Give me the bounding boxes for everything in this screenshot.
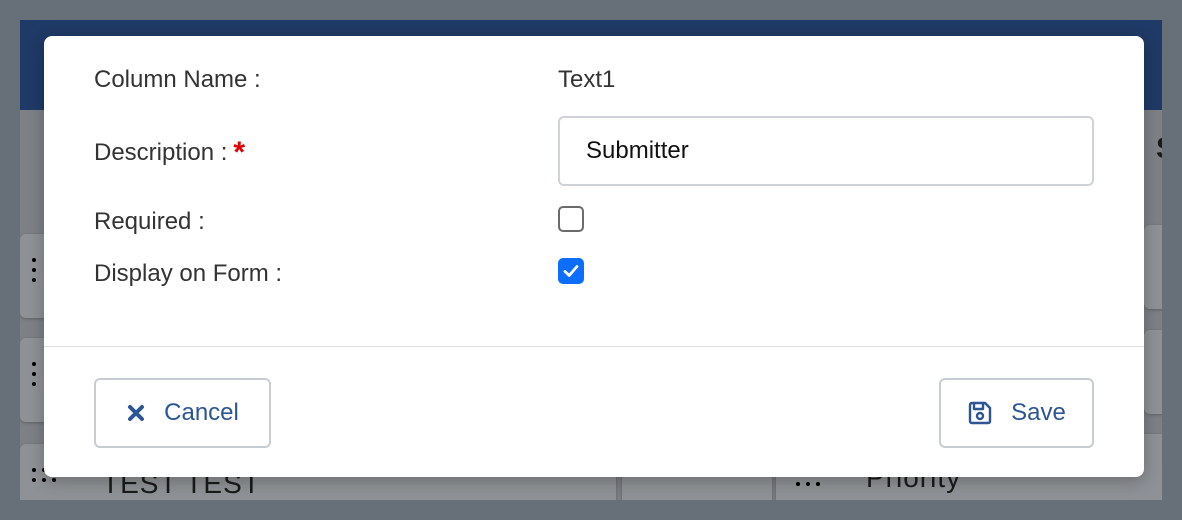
checkmark-icon bbox=[563, 265, 579, 277]
times-icon bbox=[126, 403, 146, 423]
display-on-form-label: Display on Form : bbox=[94, 260, 283, 287]
required-marker: * bbox=[233, 136, 246, 169]
save-button-label: Save bbox=[1011, 399, 1066, 426]
footer-divider bbox=[44, 346, 1144, 347]
cancel-button-label: Cancel bbox=[164, 399, 239, 426]
column-name-value: Text1 bbox=[558, 66, 616, 93]
drag-handle-icon bbox=[32, 362, 36, 386]
display-on-form-checkbox[interactable] bbox=[558, 258, 584, 284]
bg-partial-text: S bbox=[1156, 132, 1162, 166]
save-button[interactable]: Save bbox=[939, 378, 1094, 448]
floppy-disk-icon bbox=[967, 400, 993, 426]
required-checkbox[interactable] bbox=[558, 206, 584, 232]
bg-card-right-2 bbox=[1144, 330, 1162, 414]
required-label: Required : bbox=[94, 208, 205, 235]
description-label-row: Description : * bbox=[94, 134, 246, 169]
column-name-label: Column Name : bbox=[94, 66, 261, 93]
drag-handle-icon bbox=[32, 258, 36, 282]
cancel-button[interactable]: Cancel bbox=[94, 378, 271, 448]
bg-card-right-1 bbox=[1144, 225, 1162, 309]
description-input[interactable] bbox=[558, 116, 1094, 186]
description-label: Description : bbox=[94, 139, 228, 166]
edit-column-modal: Column Name : Text1 Description :* Requi… bbox=[44, 36, 1144, 477]
